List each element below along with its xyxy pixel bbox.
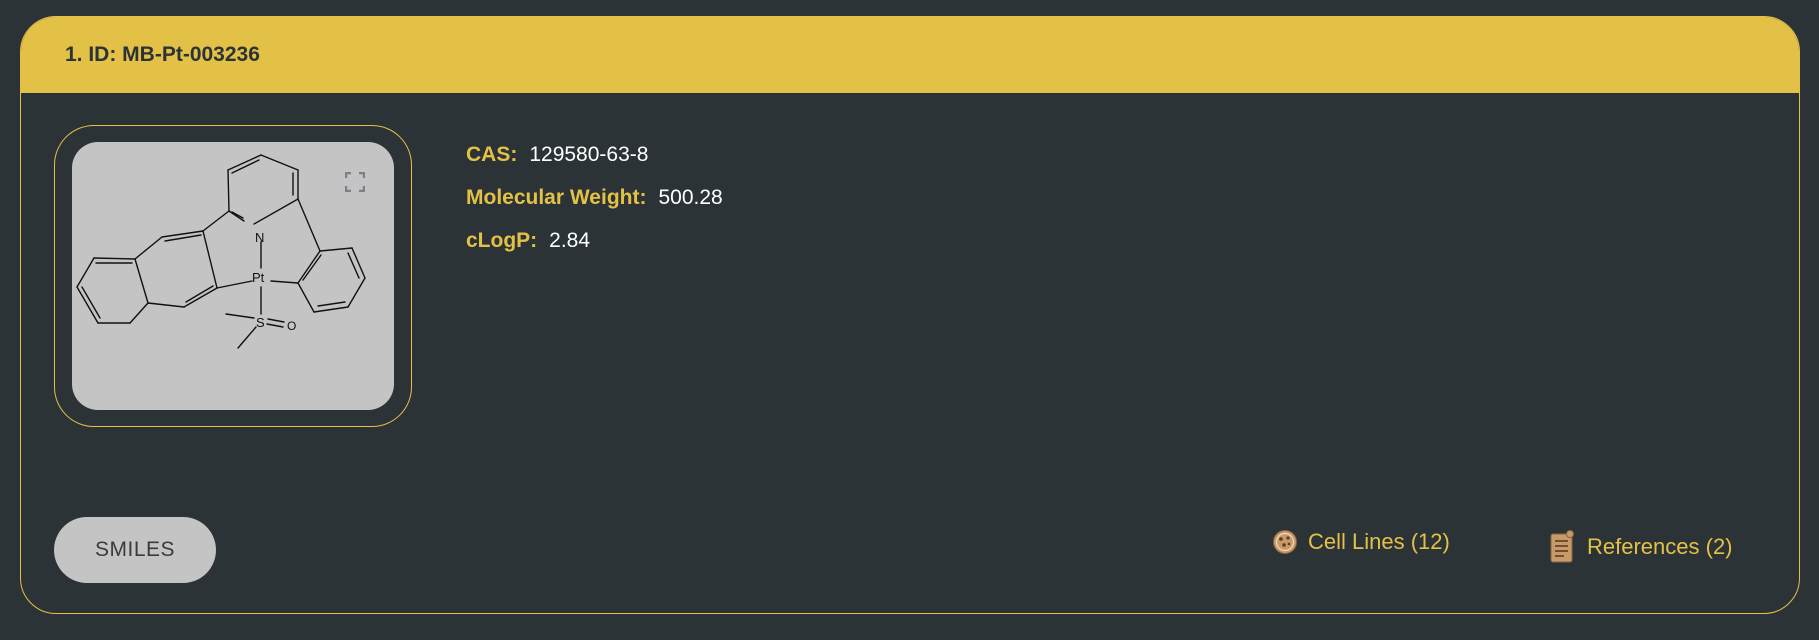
property-label: Molecular Weight:	[466, 186, 647, 209]
atom-label-pt: Pt	[252, 270, 265, 285]
compound-card: 1. ID: MB-Pt-003236 N Pt S O CAS: 129580…	[20, 16, 1800, 614]
smiles-button[interactable]: SMILES	[54, 517, 216, 583]
expand-icon[interactable]	[345, 172, 365, 192]
card-header: 1. ID: MB-Pt-003236	[21, 17, 1799, 93]
petri-dish-icon	[1273, 530, 1297, 554]
property-cas: CAS: 129580-63-8	[466, 143, 723, 186]
property-value: 500.28	[658, 186, 723, 209]
property-clogp: cLogP: 2.84	[466, 229, 723, 272]
compound-id-title: 1. ID: MB-Pt-003236	[65, 43, 260, 66]
property-list: CAS: 129580-63-8 Molecular Weight: 500.2…	[466, 143, 723, 272]
property-molecular-weight: Molecular Weight: 500.28	[466, 186, 723, 229]
property-label: CAS:	[466, 143, 518, 166]
document-icon	[1550, 530, 1574, 563]
atom-label-s: S	[256, 315, 265, 330]
references-link[interactable]: References (2)	[1549, 529, 1733, 565]
property-label: cLogP:	[466, 229, 538, 252]
atom-label-n: N	[255, 230, 264, 245]
references-label: References (2)	[1587, 534, 1733, 559]
property-value: 2.84	[549, 229, 591, 252]
cell-lines-link[interactable]: Cell Lines (12)	[1272, 529, 1450, 555]
molecule-structure-image[interactable]: N Pt S O	[72, 142, 394, 410]
atom-label-o: O	[287, 319, 296, 333]
cell-lines-label: Cell Lines (12)	[1308, 529, 1450, 554]
property-value: 129580-63-8	[529, 143, 649, 166]
structure-frame: N Pt S O	[54, 125, 412, 427]
structure-bonds	[76, 154, 366, 349]
